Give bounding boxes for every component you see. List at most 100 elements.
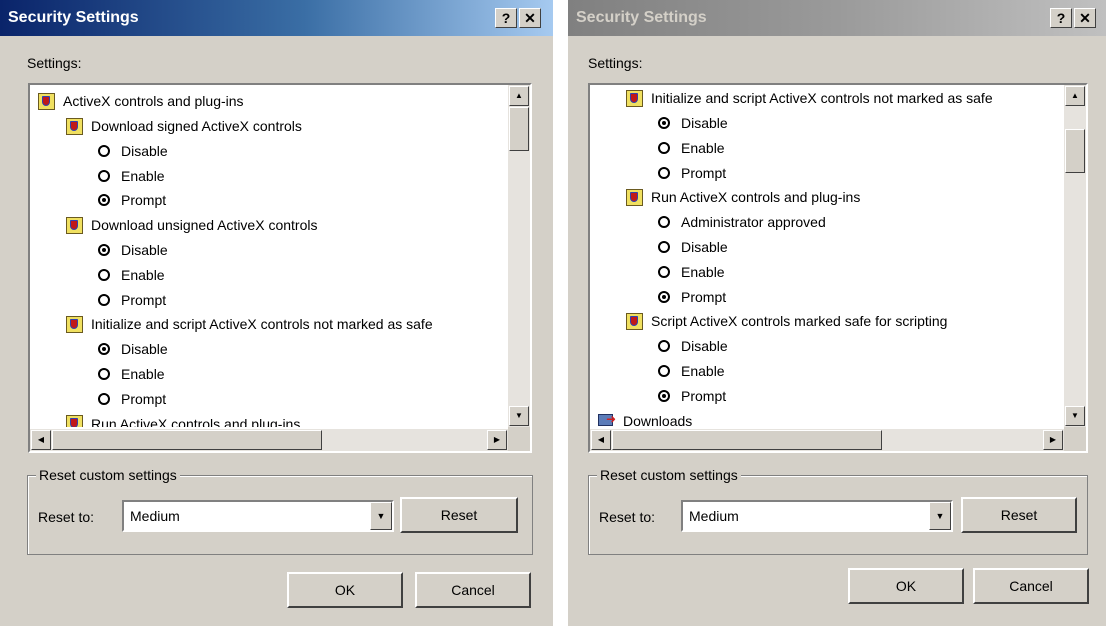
- tree-option[interactable]: Disable: [658, 333, 728, 357]
- vertical-scroll-thumb[interactable]: [509, 107, 529, 151]
- tree-option[interactable]: Disable: [98, 138, 168, 162]
- radio-button-selected[interactable]: [658, 117, 670, 130]
- tree-policy[interactable]: Initialize and script ActiveX controls n…: [626, 85, 993, 109]
- tree-option[interactable]: Disable: [98, 237, 168, 261]
- tree-policy[interactable]: Run ActiveX controls and plug-ins: [626, 184, 860, 208]
- radio-button[interactable]: [98, 169, 110, 182]
- scroll-up-button[interactable]: ▲: [509, 86, 529, 106]
- radio-button-selected[interactable]: [658, 389, 670, 402]
- reset-group-label: Reset custom settings: [597, 467, 741, 483]
- tree-category[interactable]: ActiveX controls and plug-ins: [38, 88, 244, 112]
- arrow-right-icon: ▶: [493, 435, 501, 444]
- security-policy-icon: [626, 188, 643, 206]
- settings-list[interactable]: ActiveX controls and plug-ins Download si…: [28, 83, 532, 453]
- reset-button[interactable]: Reset: [961, 497, 1077, 533]
- radio-button-selected[interactable]: [658, 290, 670, 303]
- ok-button[interactable]: OK: [848, 568, 964, 604]
- horizontal-scroll-thumb[interactable]: [612, 430, 882, 450]
- cancel-button[interactable]: Cancel: [415, 572, 531, 608]
- radio-button[interactable]: [98, 144, 110, 157]
- close-button[interactable]: ✕: [519, 8, 541, 28]
- radio-button[interactable]: [98, 368, 110, 381]
- tree-option[interactable]: Disable: [658, 234, 728, 258]
- arrow-down-icon: ▼: [1071, 411, 1079, 420]
- radio-button[interactable]: [98, 392, 110, 405]
- tree-option[interactable]: Enable: [658, 358, 725, 382]
- scroll-down-button[interactable]: ▼: [509, 406, 529, 426]
- radio-button[interactable]: [98, 268, 110, 281]
- dropdown-button[interactable]: ▼: [929, 502, 951, 530]
- reset-to-label: Reset to:: [599, 509, 656, 525]
- radio-button[interactable]: [658, 265, 670, 278]
- reset-button[interactable]: Reset: [400, 497, 518, 533]
- tree-option[interactable]: Disable: [98, 336, 168, 360]
- tree-option[interactable]: Enable: [658, 259, 725, 283]
- radio-button-selected[interactable]: [98, 244, 110, 257]
- tree-option[interactable]: Disable: [658, 110, 728, 134]
- security-policy-icon: [66, 117, 83, 135]
- help-button[interactable]: ?: [1050, 8, 1072, 28]
- security-policy-icon: [66, 415, 83, 427]
- title-bar[interactable]: Security Settings ? ✕: [568, 0, 1106, 36]
- reset-group-label: Reset custom settings: [36, 467, 180, 483]
- tree-option[interactable]: Prompt: [658, 283, 726, 307]
- settings-label: Settings:: [27, 55, 82, 71]
- tree-item-label: Prompt: [121, 291, 167, 308]
- tree-item-label: Disable: [681, 338, 728, 355]
- tree-option[interactable]: Prompt: [98, 187, 166, 211]
- close-icon: ✕: [524, 10, 536, 26]
- tree-option[interactable]: Prompt: [658, 159, 726, 183]
- vertical-scrollbar[interactable]: ▲ ▼: [508, 85, 530, 427]
- reset-level-select[interactable]: Medium ▼: [122, 500, 394, 532]
- scroll-right-button[interactable]: ▶: [487, 430, 507, 450]
- cancel-button[interactable]: Cancel: [973, 568, 1089, 604]
- radio-button[interactable]: [658, 141, 670, 154]
- horizontal-scrollbar[interactable]: ◀ ▶: [30, 429, 508, 451]
- tree-option[interactable]: Administrator approved: [658, 209, 826, 233]
- scroll-down-button[interactable]: ▼: [1065, 406, 1085, 426]
- scroll-right-button[interactable]: ▶: [1043, 430, 1063, 450]
- tree-category[interactable]: ➜ Downloads: [598, 407, 692, 427]
- tree-item-label: Prompt: [681, 164, 727, 181]
- tree-item-label: Administrator approved: [681, 214, 826, 231]
- reset-level-select[interactable]: Medium ▼: [681, 500, 953, 532]
- title-bar[interactable]: Security Settings ? ✕: [0, 0, 553, 36]
- radio-button[interactable]: [658, 216, 670, 229]
- arrow-up-icon: ▲: [1071, 91, 1079, 100]
- radio-button[interactable]: [658, 365, 670, 378]
- settings-list-content: ActiveX controls and plug-ins Download si…: [30, 85, 506, 427]
- radio-button[interactable]: [658, 166, 670, 179]
- tree-policy[interactable]: Download unsigned ActiveX controls: [66, 212, 317, 236]
- horizontal-scrollbar[interactable]: ◀ ▶: [590, 429, 1064, 451]
- help-button[interactable]: ?: [495, 8, 517, 28]
- scroll-left-button[interactable]: ◀: [31, 430, 51, 450]
- radio-button-selected[interactable]: [98, 194, 110, 207]
- tree-option[interactable]: Prompt: [98, 286, 166, 310]
- tree-option[interactable]: Enable: [98, 162, 165, 186]
- horizontal-scroll-thumb[interactable]: [52, 430, 322, 450]
- vertical-scrollbar[interactable]: ▲ ▼: [1064, 85, 1086, 427]
- tree-item-label: Run ActiveX controls and plug-ins: [651, 189, 861, 206]
- tree-policy[interactable]: Download signed ActiveX controls: [66, 113, 302, 137]
- tree-option[interactable]: Enable: [98, 361, 165, 385]
- radio-button[interactable]: [98, 293, 110, 306]
- radio-button[interactable]: [658, 340, 670, 353]
- tree-option[interactable]: Enable: [658, 135, 725, 159]
- dropdown-button[interactable]: ▼: [370, 502, 392, 530]
- tree-policy[interactable]: Initialize and script ActiveX controls n…: [66, 311, 433, 335]
- tree-option[interactable]: Enable: [98, 262, 165, 286]
- ok-button[interactable]: OK: [287, 572, 403, 608]
- tree-policy[interactable]: Run ActiveX controls and plug-ins: [66, 410, 300, 427]
- settings-list[interactable]: Initialize and script ActiveX controls n…: [588, 83, 1088, 453]
- tree-item-label: Enable: [121, 266, 165, 283]
- tree-policy[interactable]: Script ActiveX controls marked safe for …: [626, 308, 947, 332]
- tree-option[interactable]: Prompt: [98, 386, 166, 410]
- radio-button-selected[interactable]: [98, 343, 110, 356]
- tree-item-label: Disable: [681, 115, 728, 132]
- scroll-up-button[interactable]: ▲: [1065, 86, 1085, 106]
- scroll-left-button[interactable]: ◀: [591, 430, 611, 450]
- tree-option[interactable]: Prompt: [658, 383, 726, 407]
- close-button[interactable]: ✕: [1074, 8, 1096, 28]
- radio-button[interactable]: [658, 241, 670, 254]
- vertical-scroll-thumb[interactable]: [1065, 129, 1085, 173]
